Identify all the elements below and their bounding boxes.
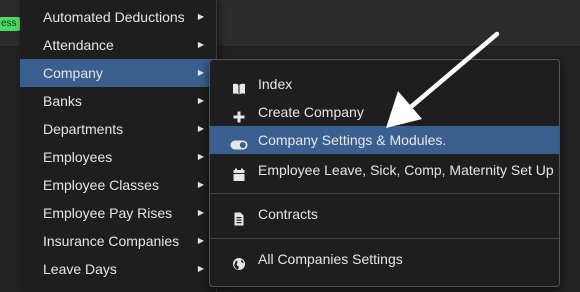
- annotation-arrow: [386, 31, 500, 128]
